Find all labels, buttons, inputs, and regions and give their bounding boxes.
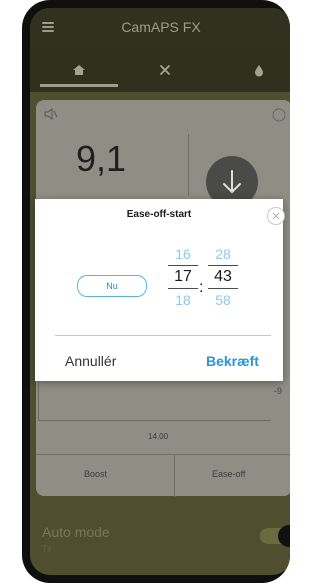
- now-button[interactable]: Nu: [77, 275, 147, 297]
- toggle-knob: [278, 525, 290, 547]
- chart-time-label: 14.00: [148, 432, 169, 441]
- hour-next[interactable]: 18: [168, 289, 198, 311]
- auto-mode-label: Auto mode: [42, 524, 110, 540]
- chart-side-label: -9: [274, 386, 283, 396]
- auto-mode-sub: Til: [42, 544, 52, 554]
- dialog-divider: [55, 335, 271, 336]
- ease-off-dialog: Ease-off-start Nu 16 17 18 : 28 43 58 An…: [35, 199, 285, 381]
- mute-icon[interactable]: [44, 108, 58, 120]
- close-button[interactable]: [267, 207, 285, 225]
- close-icon: [272, 212, 280, 220]
- boost-button[interactable]: Boost: [84, 469, 107, 479]
- minute-selected[interactable]: 43: [208, 266, 238, 288]
- tab-bar: [30, 48, 290, 92]
- tab-tools[interactable]: [130, 48, 200, 92]
- info-icon[interactable]: [272, 108, 286, 122]
- tools-icon: [160, 65, 170, 75]
- app-bar: CamAPS FX: [30, 8, 290, 48]
- time-separator: :: [199, 279, 204, 296]
- action-divider: [174, 455, 175, 497]
- auto-mode-toggle[interactable]: [260, 525, 290, 547]
- hour-selected[interactable]: 17: [168, 266, 198, 288]
- drop-icon: [255, 64, 263, 76]
- auto-mode-section: Auto mode Til: [30, 504, 290, 571]
- hour-picker[interactable]: 16 17 18: [168, 243, 198, 311]
- minute-picker[interactable]: 28 43 58: [208, 243, 238, 311]
- action-row: Boost Ease-off: [36, 454, 290, 497]
- glucose-chart: [38, 376, 271, 421]
- dialog-title: Ease-off-start: [126, 209, 192, 220]
- glucose-value: 9,1: [76, 138, 127, 179]
- cancel-button[interactable]: Annullér: [65, 353, 116, 369]
- minute-prev[interactable]: 28: [208, 243, 238, 265]
- ease-off-button[interactable]: Ease-off: [212, 469, 245, 479]
- minute-next[interactable]: 58: [208, 289, 238, 311]
- home-icon: [73, 65, 85, 75]
- arrow-down-icon: [223, 170, 241, 194]
- card-divider: [188, 134, 189, 196]
- confirm-button[interactable]: Bekræft: [206, 353, 259, 369]
- tab-insulin[interactable]: [224, 48, 290, 92]
- app-title: CamAPS FX: [121, 19, 201, 35]
- hour-prev[interactable]: 16: [168, 243, 198, 265]
- tab-indicator: [40, 84, 118, 87]
